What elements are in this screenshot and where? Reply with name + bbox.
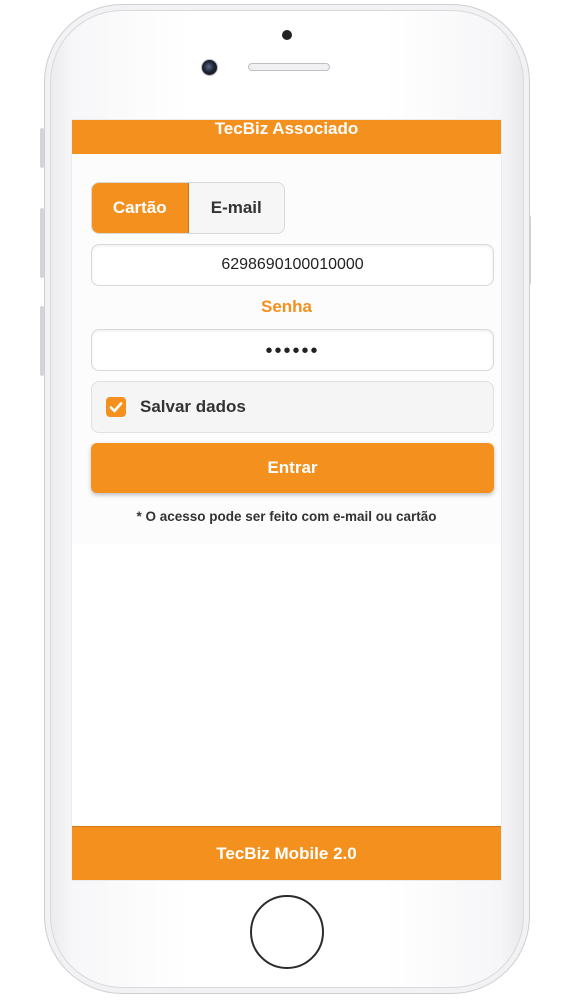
app-screen: TecBiz Associado Cartão E-mail Senha •••… [72, 120, 501, 880]
remember-checkbox[interactable] [106, 397, 126, 417]
earpiece-speaker [248, 63, 330, 71]
login-form: Cartão E-mail Senha •••••• Salvar dados … [72, 154, 501, 544]
checkmark-icon [109, 402, 123, 413]
home-button[interactable] [250, 895, 324, 969]
footer-bar: TecBiz Mobile 2.0 [72, 826, 501, 880]
footer-title: TecBiz Mobile 2.0 [216, 843, 357, 863]
password-input[interactable]: •••••• [91, 329, 494, 371]
proximity-sensor [282, 30, 292, 40]
device-mockup: TecBiz Associado Cartão E-mail Senha •••… [0, 0, 563, 1000]
login-mode-card-button[interactable]: Cartão [92, 183, 189, 233]
header-bar: TecBiz Associado [72, 120, 501, 154]
header-title: TecBiz Associado [214, 120, 359, 138]
remember-credentials-row[interactable]: Salvar dados [91, 381, 494, 433]
login-button[interactable]: Entrar [91, 443, 494, 493]
login-mode-selector: Cartão E-mail [91, 182, 285, 234]
card-number-input[interactable] [91, 244, 494, 286]
front-camera-icon [201, 59, 218, 76]
password-label: Senha [260, 297, 313, 316]
login-hint: * O acesso pode ser feito com e-mail ou … [136, 509, 437, 524]
login-mode-email-button[interactable]: E-mail [188, 183, 284, 233]
remember-label: Salvar dados [140, 397, 246, 416]
